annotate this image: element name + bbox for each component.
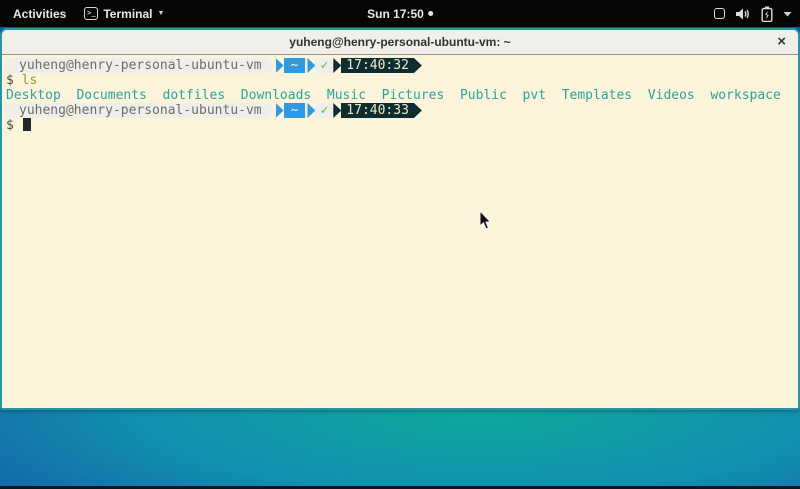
directory-listing: Desktop Documents dotfiles Downloads Mus… <box>6 88 798 103</box>
gnome-top-bar: Activities >_ Terminal ▼ Sun 17:50 <box>0 0 800 27</box>
activities-button[interactable]: Activities <box>9 5 70 23</box>
powerline-arrow-icon <box>276 58 284 73</box>
powerline-arrow-icon <box>333 58 341 73</box>
terminal-block-cursor <box>23 118 31 131</box>
terminal-window: yuheng@henry-personal-ubuntu-vm: ~ × yuh… <box>0 28 800 410</box>
prompt-line: yuheng@henry-personal-ubuntu-vm ~ ✓ 17:4… <box>6 58 798 73</box>
terminal-icon: >_ <box>84 7 98 20</box>
terminal-content[interactable]: yuheng@henry-personal-ubuntu-vm ~ ✓ 17:4… <box>2 55 798 408</box>
window-title: yuheng@henry-personal-ubuntu-vm: ~ <box>289 35 510 49</box>
powerline-arrow-icon <box>276 103 284 118</box>
clock-label: Sun 17:50 <box>367 7 424 21</box>
battery-charging-icon <box>761 6 773 22</box>
display-icon <box>714 8 725 19</box>
powerline-arrow-icon <box>307 103 315 118</box>
status-check-icon: ✓ <box>315 103 333 118</box>
volume-icon <box>735 7 751 21</box>
powerline-arrow-icon <box>307 58 315 73</box>
powerline-arrow-icon <box>268 58 276 73</box>
prompt-time: 17:40:33 <box>341 103 414 118</box>
app-menu-label: Terminal <box>103 7 152 21</box>
prompt-symbol: $ <box>6 73 14 88</box>
notification-dot <box>428 11 433 16</box>
window-titlebar[interactable]: yuheng@henry-personal-ubuntu-vm: ~ × <box>2 30 798 55</box>
command-line: $ ls <box>6 73 798 88</box>
chevron-down-icon: ▼ <box>157 10 164 17</box>
prompt-user-host: yuheng@henry-personal-ubuntu-vm <box>6 58 268 73</box>
directory-names: Desktop Documents dotfiles Downloads Mus… <box>6 88 781 103</box>
app-menu-terminal[interactable]: >_ Terminal ▼ <box>84 7 164 21</box>
powerline-arrow-icon <box>333 103 341 118</box>
prompt-time: 17:40:32 <box>341 58 414 73</box>
chevron-down-icon <box>783 11 792 17</box>
prompt-user-segment: yuheng@henry-personal-ubuntu-vm <box>6 58 268 73</box>
powerline-arrow-icon <box>268 103 276 118</box>
close-button[interactable]: × <box>777 32 786 52</box>
powerline-arrow-icon <box>414 58 422 73</box>
prompt-symbol: $ <box>6 118 14 133</box>
top-bar-left: Activities >_ Terminal ▼ <box>0 5 164 23</box>
desktop-wallpaper <box>0 408 800 489</box>
prompt-cwd: ~ <box>284 103 306 118</box>
prompt-user-host: yuheng@henry-personal-ubuntu-vm <box>6 103 268 118</box>
prompt-cwd: ~ <box>284 58 306 73</box>
powerline-arrow-icon <box>414 103 422 118</box>
system-status-area[interactable] <box>714 0 792 27</box>
prompt-user-segment: yuheng@henry-personal-ubuntu-vm <box>6 103 268 118</box>
clock-button[interactable]: Sun 17:50 <box>367 7 433 21</box>
command-text: ls <box>22 73 38 88</box>
status-check-icon: ✓ <box>315 58 333 73</box>
prompt-line: yuheng@henry-personal-ubuntu-vm ~ ✓ 17:4… <box>6 103 798 118</box>
command-line-active[interactable]: $ <box>6 118 798 133</box>
